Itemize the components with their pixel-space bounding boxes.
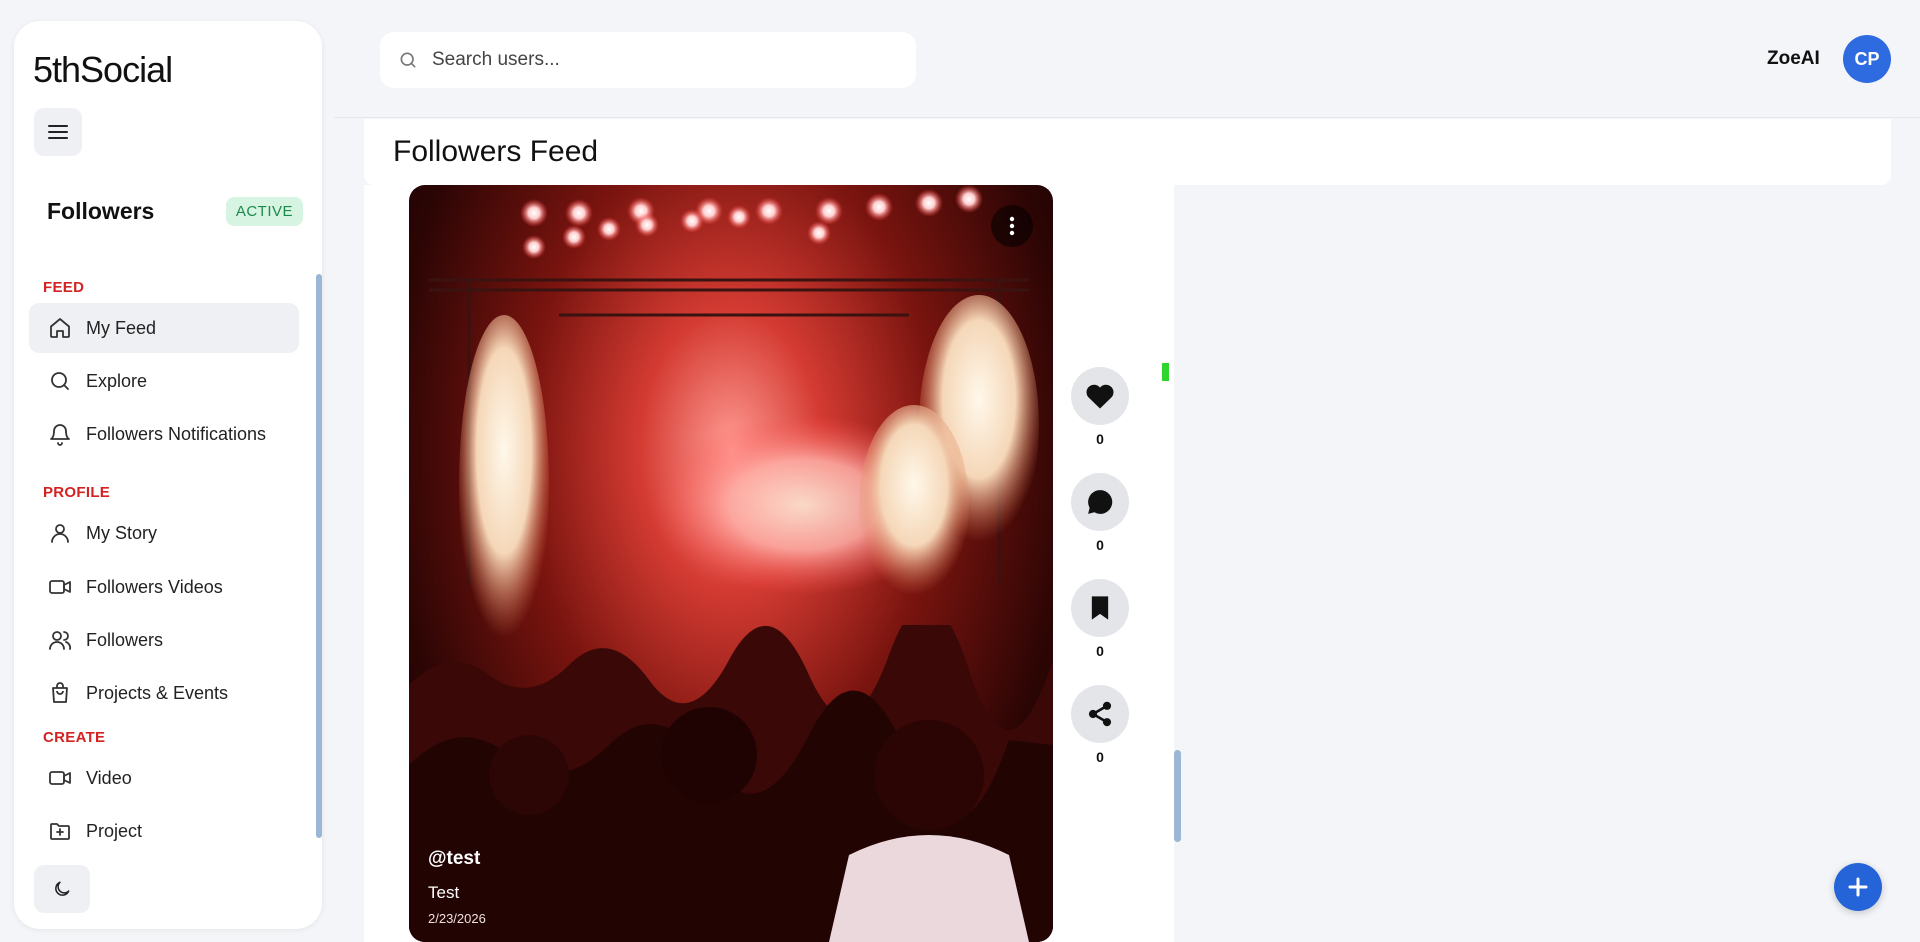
sidebar-item-label: Followers Videos <box>86 576 223 597</box>
sidebar-item-label: Projects & Events <box>86 682 229 703</box>
post-caption: Test <box>428 883 460 902</box>
search-input[interactable] <box>432 49 892 71</box>
sidebar-item-project[interactable]: Project <box>29 806 299 856</box>
user-icon <box>51 524 69 543</box>
like-count: 0 <box>1096 431 1104 447</box>
search-icon <box>51 372 69 390</box>
share-count: 0 <box>1096 749 1104 765</box>
post-date: 2/23/2026 <box>428 911 486 926</box>
create-post-button[interactable] <box>1834 863 1882 911</box>
status-badge: ACTIVE <box>225 196 303 226</box>
sidebar: 5thSocial Followers ACTIVE FEED My Feed … <box>14 21 322 929</box>
sidebar-item-followers-notifications[interactable]: Followers Notifications <box>29 409 299 459</box>
search-bar[interactable] <box>380 32 916 88</box>
share-icon <box>1088 701 1112 727</box>
post-options-button[interactable] <box>991 205 1033 247</box>
video-icon <box>49 580 71 594</box>
sidebar-item-projects-events[interactable]: Projects & Events <box>29 668 299 718</box>
comment-action: 0 <box>1071 473 1129 553</box>
moon-icon <box>55 881 70 896</box>
save-count: 0 <box>1096 643 1104 659</box>
sidebar-item-label: My Feed <box>86 317 157 338</box>
bookmark-button[interactable] <box>1071 579 1129 637</box>
home-icon <box>50 318 70 338</box>
feed-scrollbar[interactable] <box>1174 750 1181 842</box>
sidebar-item-explore[interactable]: Explore <box>29 356 299 406</box>
group-label-profile: PROFILE <box>43 484 111 501</box>
bookmark-icon <box>1091 596 1109 620</box>
sidebar-item-followers[interactable]: Followers <box>29 615 299 665</box>
hamburger-icon <box>48 125 68 139</box>
sidebar-item-label: Video <box>86 767 132 788</box>
group-label-create: CREATE <box>43 729 106 746</box>
post-username[interactable]: @test <box>428 848 480 870</box>
sidebar-item-label: Followers Notifications <box>86 423 267 444</box>
sidebar-item-label: My Story <box>86 522 158 543</box>
progress-indicator <box>1162 363 1169 381</box>
sidebar-section-title: Followers <box>47 197 155 224</box>
username[interactable]: ZoeAI <box>1767 48 1820 70</box>
more-vertical-icon <box>1009 216 1015 236</box>
comment-button[interactable] <box>1071 473 1129 531</box>
share-action: 0 <box>1071 685 1129 765</box>
page-title: Followers Feed <box>393 135 599 168</box>
search-icon <box>400 52 416 68</box>
sidebar-item-video[interactable]: Video <box>29 753 299 803</box>
sidebar-item-label: Followers <box>86 629 164 650</box>
group-label-feed: FEED <box>43 279 85 296</box>
users-icon <box>49 631 72 650</box>
menu-toggle-button[interactable] <box>34 108 82 156</box>
bell-icon <box>50 424 70 446</box>
comment-icon <box>1088 490 1113 514</box>
heart-icon <box>1086 384 1114 409</box>
sidebar-nav: Followers ACTIVE FEED My Feed Explore Fo… <box>14 191 322 871</box>
sidebar-item-my-feed[interactable]: My Feed <box>29 303 299 353</box>
sidebar-item-my-story[interactable]: My Story <box>29 508 299 558</box>
crowd-silhouette <box>409 625 1053 942</box>
brand-logo[interactable]: 5thSocial <box>33 49 173 91</box>
avatar[interactable]: CP <box>1843 35 1891 83</box>
share-button[interactable] <box>1071 685 1129 743</box>
comment-count: 0 <box>1096 537 1104 553</box>
like-button[interactable] <box>1071 367 1129 425</box>
sidebar-item-label: Explore <box>86 370 148 391</box>
plus-icon <box>1848 877 1868 897</box>
feed-header: Followers Feed <box>364 119 1891 185</box>
folder-plus-icon <box>50 823 70 840</box>
stage-lights-row <box>520 185 983 259</box>
video-post[interactable]: @test Test 2/23/2026 <box>409 185 1053 942</box>
sidebar-scrollbar[interactable] <box>316 274 322 838</box>
save-action: 0 <box>1071 579 1129 659</box>
video-icon <box>49 771 71 785</box>
sidebar-item-label: Project <box>86 820 143 841</box>
shopping-bag-icon <box>52 682 68 703</box>
theme-toggle-button[interactable] <box>34 865 90 913</box>
like-action: 0 <box>1071 367 1129 447</box>
sidebar-section-header: Followers ACTIVE <box>47 191 303 231</box>
sidebar-item-followers-videos[interactable]: Followers Videos <box>29 562 299 612</box>
